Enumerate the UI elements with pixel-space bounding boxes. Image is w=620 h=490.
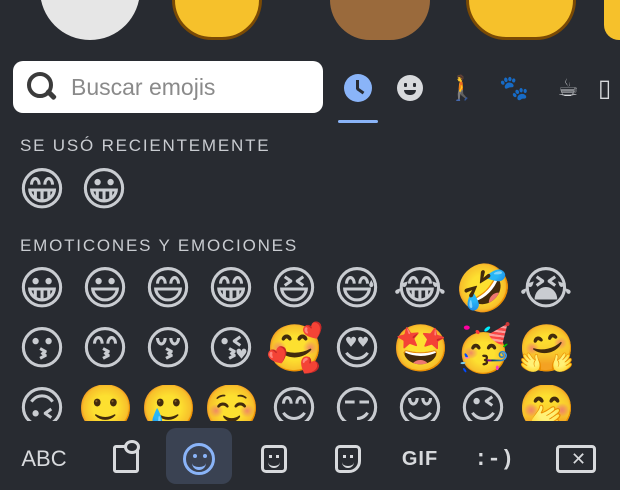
sticker-strip — [0, 0, 620, 40]
tab-people[interactable]: 🚶 — [442, 68, 482, 108]
cup-icon: ☕ — [557, 74, 579, 102]
tab-recent[interactable] — [338, 68, 378, 108]
keyboard-bottom-bar: ABC GIF :-) — [0, 421, 620, 490]
search-placeholder: Buscar emojis — [71, 73, 216, 100]
paw-icon: 🐾 — [499, 74, 529, 102]
emoji-button[interactable]: 😃 — [77, 265, 133, 321]
clipboard-button[interactable] — [96, 431, 156, 487]
search-field[interactable]: Buscar emojis — [13, 61, 323, 113]
emoji-button[interactable]: 🥳 — [455, 325, 512, 381]
partial-sticker[interactable] — [604, 0, 620, 40]
person-icon: 🚶 — [447, 74, 477, 102]
emoji-button[interactable]: 😍 — [329, 325, 385, 381]
tab-more[interactable]: ▯ — [598, 68, 620, 108]
tab-food[interactable]: ☕ — [548, 68, 588, 108]
emoji-category-tabs: 🚶 🐾 ☕ ▯ — [336, 68, 620, 124]
emoji-button[interactable]: 😭 — [518, 265, 574, 321]
emoji-button[interactable]: 🤩 — [392, 325, 449, 381]
emoji-row-partial: 🙃 🙂 🥲 ☺️ 😊 😏 😌 😉 🤭 — [14, 385, 620, 421]
clock-icon — [344, 74, 372, 102]
backspace-icon — [556, 445, 596, 473]
emoji-button[interactable]: 😙 — [77, 325, 133, 381]
emoji-row: 😀 😃 😄 😁 😆 😅 😂 🤣 😭 — [14, 265, 620, 321]
grinning-sticker-2[interactable] — [466, 0, 576, 40]
backspace-button[interactable] — [548, 431, 604, 487]
emoji-button[interactable]: ☺️ — [203, 385, 260, 421]
tab-animals[interactable]: 🐾 — [494, 68, 534, 108]
emoji-button[interactable]: 🤣 — [455, 265, 512, 321]
smiley-icon — [183, 443, 215, 475]
monkey-sticker[interactable] — [330, 0, 430, 40]
emoji-button[interactable]: 😘 — [203, 325, 259, 381]
emoji-button[interactable]: 😀 — [14, 265, 70, 321]
emoji-button[interactable]: 😌 — [392, 385, 448, 421]
abc-keyboard-button[interactable]: ABC — [8, 431, 80, 487]
grinning-sticker[interactable] — [172, 0, 262, 40]
emoji-button[interactable]: 😀 — [76, 166, 132, 222]
emoji-button[interactable]: 😁 — [14, 166, 70, 222]
emoji-button[interactable]: 😆 — [266, 265, 322, 321]
emoji-button[interactable]: 😚 — [140, 325, 196, 381]
emoji-button[interactable]: 😊 — [266, 385, 322, 421]
emoji-button[interactable]: 😉 — [455, 385, 511, 421]
sticker-icon — [335, 445, 361, 473]
emoji-tab-button[interactable] — [166, 431, 232, 487]
gif-tab-button[interactable]: GIF — [392, 431, 448, 487]
sticker-bubble-icon — [261, 445, 287, 473]
sticker-tab-button[interactable] — [318, 431, 378, 487]
ghost-sticker[interactable] — [40, 0, 140, 40]
smiley-icon — [397, 75, 423, 101]
recent-section-title: SE USÓ RECIENTEMENTE — [20, 136, 271, 155]
tab-smileys[interactable] — [390, 68, 430, 108]
emoji-button[interactable]: 😁 — [203, 265, 259, 321]
emoji-button[interactable]: 🤭 — [518, 385, 575, 421]
building-icon: ▯ — [598, 74, 612, 102]
emoji-button[interactable]: 😄 — [140, 265, 196, 321]
search-icon — [25, 70, 59, 104]
emoji-button[interactable]: 😂 — [392, 265, 448, 321]
emoticon-tab-button[interactable]: :-) — [466, 431, 522, 487]
emoji-button[interactable]: 🙂 — [77, 385, 134, 421]
selected-tab-indicator — [338, 120, 378, 123]
emoji-button[interactable]: 🥰 — [266, 325, 323, 381]
emoji-button[interactable]: 😗 — [14, 325, 70, 381]
emoji-button[interactable]: 🥲 — [140, 385, 197, 421]
emoji-button[interactable]: 🙃 — [14, 385, 70, 421]
emoji-row: 😗 😙 😚 😘 🥰 😍 🤩 🥳 🤗 — [14, 325, 620, 381]
emoji-button[interactable]: 🤗 — [518, 325, 575, 381]
emoji-button[interactable]: 😏 — [329, 385, 385, 421]
clipboard-icon — [113, 440, 140, 473]
emotions-section-title: EMOTICONES Y EMOCIONES — [20, 236, 298, 255]
recent-emoji-row: 😁 😀 — [14, 166, 620, 222]
bitmoji-tab-button[interactable] — [244, 431, 304, 487]
emoji-button[interactable]: 😅 — [329, 265, 385, 321]
